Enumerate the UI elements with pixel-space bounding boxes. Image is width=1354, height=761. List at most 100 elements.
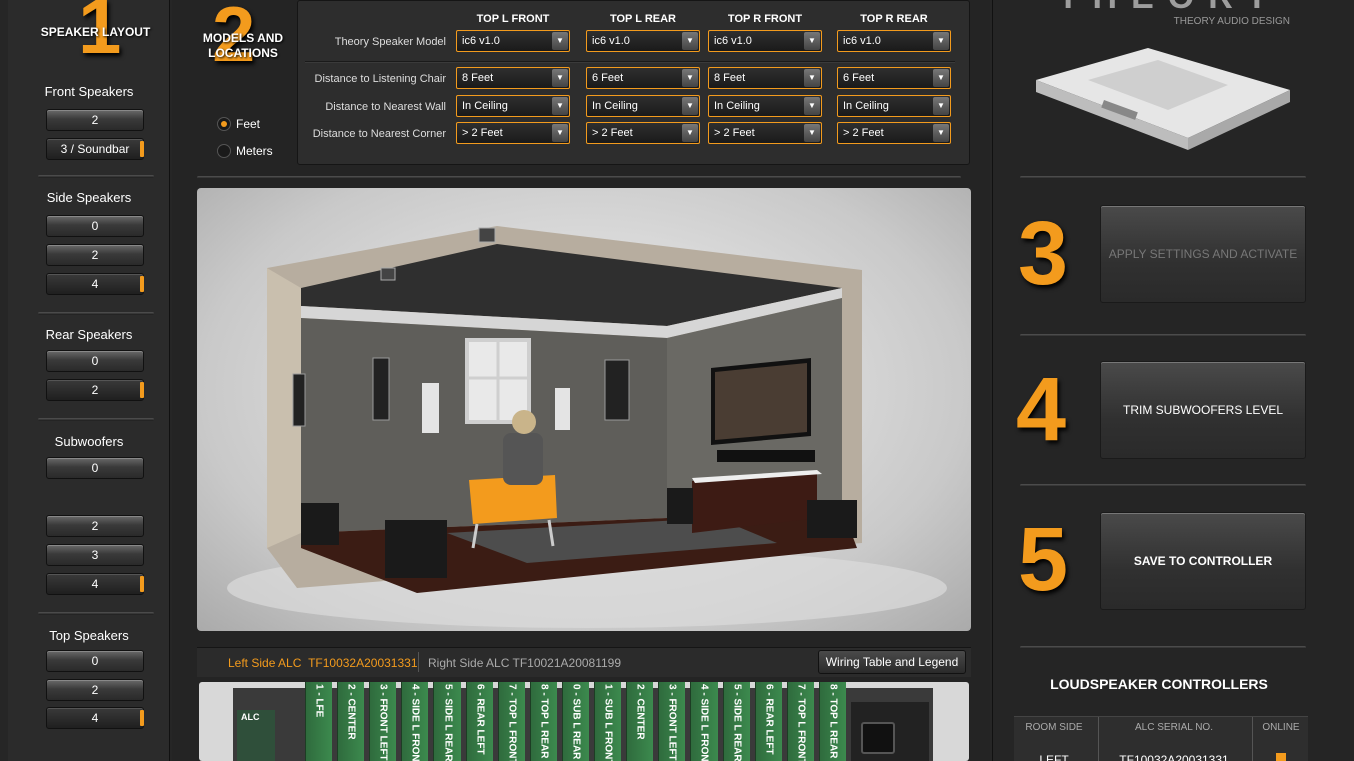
app-window: 1 SPEAKER LAYOUT Front Speakers 2 3 / So… <box>0 0 1354 761</box>
channel-strip: 6 - REAR LEFT <box>754 682 782 761</box>
channel-label: 7 - TOP L FRONT <box>506 684 518 761</box>
subwoofers-4-button[interactable]: 4 <box>46 573 144 595</box>
channel-label: 6 - REAR LEFT <box>474 684 486 755</box>
table-separator <box>305 61 955 63</box>
divider <box>197 176 961 179</box>
channel-label: 3 - FRONT LEFT <box>377 684 389 761</box>
model-select-top-l-front[interactable]: ic6 v1.0 ▼ <box>456 30 570 52</box>
wall-distance-select-top-l-rear[interactable]: In Ceiling ▼ <box>586 95 700 117</box>
model-select-top-r-front[interactable]: ic6 v1.0 ▼ <box>708 30 822 52</box>
chevron-down-icon: ▼ <box>933 32 949 50</box>
channel-strip: 7 - TOP L FRONT <box>786 682 814 761</box>
top-speakers-0-button[interactable]: 0 <box>46 650 144 672</box>
row-label-distance-chair: Distance to Listening Chair <box>314 73 446 85</box>
theory-logo: THEORY <box>1050 0 1290 17</box>
tab-left-label: Left Side ALC <box>228 656 302 670</box>
channel-strips: 1 - LFE 2 - CENTER 3 - FRONT LEFT 4 - SIDE … <box>303 682 849 761</box>
divider <box>1020 334 1306 337</box>
corner-distance-select-top-r-front[interactable]: > 2 Feet ▼ <box>708 122 822 144</box>
subwoofers-label: Subwoofers <box>54 434 124 449</box>
divider <box>38 175 154 178</box>
chevron-down-icon: ▼ <box>804 97 820 115</box>
corner-distance-select-top-l-rear[interactable]: > 2 Feet ▼ <box>586 122 700 144</box>
step-5-number: 5 <box>1018 510 1069 610</box>
model-select-top-r-rear[interactable]: ic6 v1.0 ▼ <box>837 30 951 52</box>
rear-speakers-2-button[interactable]: 2 <box>46 379 144 401</box>
subwoofers-2-button[interactable]: 2 <box>46 515 144 537</box>
select-value: 6 Feet <box>843 72 875 84</box>
front-speakers-3-soundbar-button[interactable]: 3 / Soundbar <box>46 138 144 160</box>
channel-label: 7 - TOP L FRONT <box>795 684 807 761</box>
channel-strip: 1 - LFE <box>305 682 333 761</box>
channel-label: 0 - SUB L REAR <box>570 684 582 760</box>
top-speakers-2-button[interactable]: 2 <box>46 679 144 701</box>
unit-meters-radio[interactable]: Meters <box>217 143 297 161</box>
front-speakers-2-button[interactable]: 2 <box>46 109 144 131</box>
model-select-top-l-rear[interactable]: ic6 v1.0 ▼ <box>586 30 700 52</box>
select-value: 8 Feet <box>462 72 494 84</box>
online-indicator <box>1276 753 1286 761</box>
wall-distance-select-top-r-front[interactable]: In Ceiling ▼ <box>708 95 822 117</box>
subwoofers-3-button[interactable]: 3 <box>46 544 144 566</box>
step-4-number: 4 <box>1016 360 1067 460</box>
select-value: > 2 Feet <box>714 127 755 139</box>
select-value: ic6 v1.0 <box>592 35 630 47</box>
row-label-distance-wall: Distance to Nearest Wall <box>325 101 446 113</box>
room-render-image <box>227 226 947 628</box>
wall-distance-select-top-l-front[interactable]: In Ceiling ▼ <box>456 95 570 117</box>
channel-strip: 4 - SIDE L FRONT <box>401 682 429 761</box>
channel-strip: 8 - TOP L REAR <box>818 682 846 761</box>
tab-right-side-alc[interactable]: Right Side ALC TF10021A20081199 <box>428 656 621 670</box>
channel-strip: 5 - SIDE L REAR <box>433 682 461 761</box>
subwoofers-0-button[interactable]: 0 <box>46 457 144 479</box>
side-speakers-2-button[interactable]: 2 <box>46 244 144 266</box>
divider <box>38 418 154 421</box>
wall-distance-select-top-r-rear[interactable]: In Ceiling ▼ <box>837 95 951 117</box>
side-speakers-4-button[interactable]: 4 <box>46 273 144 295</box>
corner-distance-select-top-l-front[interactable]: > 2 Feet ▼ <box>456 122 570 144</box>
chevron-down-icon: ▼ <box>804 124 820 142</box>
brand-subtitle: THEORY AUDIO DESIGN <box>1173 16 1290 27</box>
channel-label: 4 - SIDE L FRONT <box>409 684 421 761</box>
select-value: In Ceiling <box>714 100 760 112</box>
tab-left-side-alc[interactable]: Left Side ALC TF10032A20031331 <box>228 656 418 670</box>
radio-circle <box>217 144 231 158</box>
channel-label: 2 - CENTER <box>345 684 357 740</box>
channel-strip: 0 - SUB L REAR <box>561 682 590 761</box>
divider <box>1020 176 1306 179</box>
select-value: > 2 Feet <box>843 127 884 139</box>
alc-device-panel: ALC 1 - LFE 2 - CENTER 3 - FRONT LEFT 4 - S… <box>199 682 969 761</box>
channel-strip: 3 - FRONT LEFT <box>369 682 397 761</box>
col-header-top-r-rear: TOP R REAR <box>860 13 928 25</box>
rear-speakers-0-button[interactable]: 0 <box>46 350 144 372</box>
chevron-down-icon: ▼ <box>682 69 698 87</box>
chair-distance-select-top-l-front[interactable]: 8 Feet ▼ <box>456 67 570 89</box>
corner-distance-select-top-r-rear[interactable]: > 2 Feet ▼ <box>837 122 951 144</box>
select-value: > 2 Feet <box>592 127 633 139</box>
trim-subwoofers-button[interactable]: TRIM SUBWOOFERS LEVEL <box>1100 361 1306 459</box>
select-value: > 2 Feet <box>462 127 503 139</box>
channel-strip: 6 - REAR LEFT <box>465 682 493 761</box>
row-room-side: LEFT <box>1039 753 1069 761</box>
step-3-number: 3 <box>1018 204 1069 304</box>
tab-left-serial: TF10032A20031331 <box>308 656 418 670</box>
save-to-controller-button[interactable]: SAVE TO CONTROLLER <box>1100 512 1306 610</box>
radio-circle <box>217 117 231 131</box>
chevron-down-icon: ▼ <box>682 97 698 115</box>
chevron-down-icon: ▼ <box>682 32 698 50</box>
channel-label: 1 - SUB L FRONT <box>602 684 614 761</box>
chair-distance-select-top-l-rear[interactable]: 6 Feet ▼ <box>586 67 700 89</box>
wiring-table-button[interactable]: Wiring Table and Legend <box>818 650 966 674</box>
top-speakers-4-button[interactable]: 4 <box>46 707 144 729</box>
row-serial: TF10032A20031331 <box>1119 753 1229 761</box>
channel-label: 6 - REAR LEFT <box>763 684 775 755</box>
apply-settings-button[interactable]: APPLY SETTINGS AND ACTIVATE <box>1100 205 1306 303</box>
chair-distance-select-top-r-front[interactable]: 8 Feet ▼ <box>708 67 822 89</box>
chair-distance-select-top-r-rear[interactable]: 6 Feet ▼ <box>837 67 951 89</box>
channel-strip: 8 - TOP L REAR <box>529 682 557 761</box>
side-speakers-0-button[interactable]: 0 <box>46 215 144 237</box>
col-header-room-side: ROOM SIDE <box>1025 722 1083 733</box>
channel-label: 5 - SIDE L REAR <box>731 684 743 761</box>
channel-strip: 4 - SIDE L FRONT <box>690 682 718 761</box>
col-header-top-l-rear: TOP L REAR <box>609 13 677 25</box>
